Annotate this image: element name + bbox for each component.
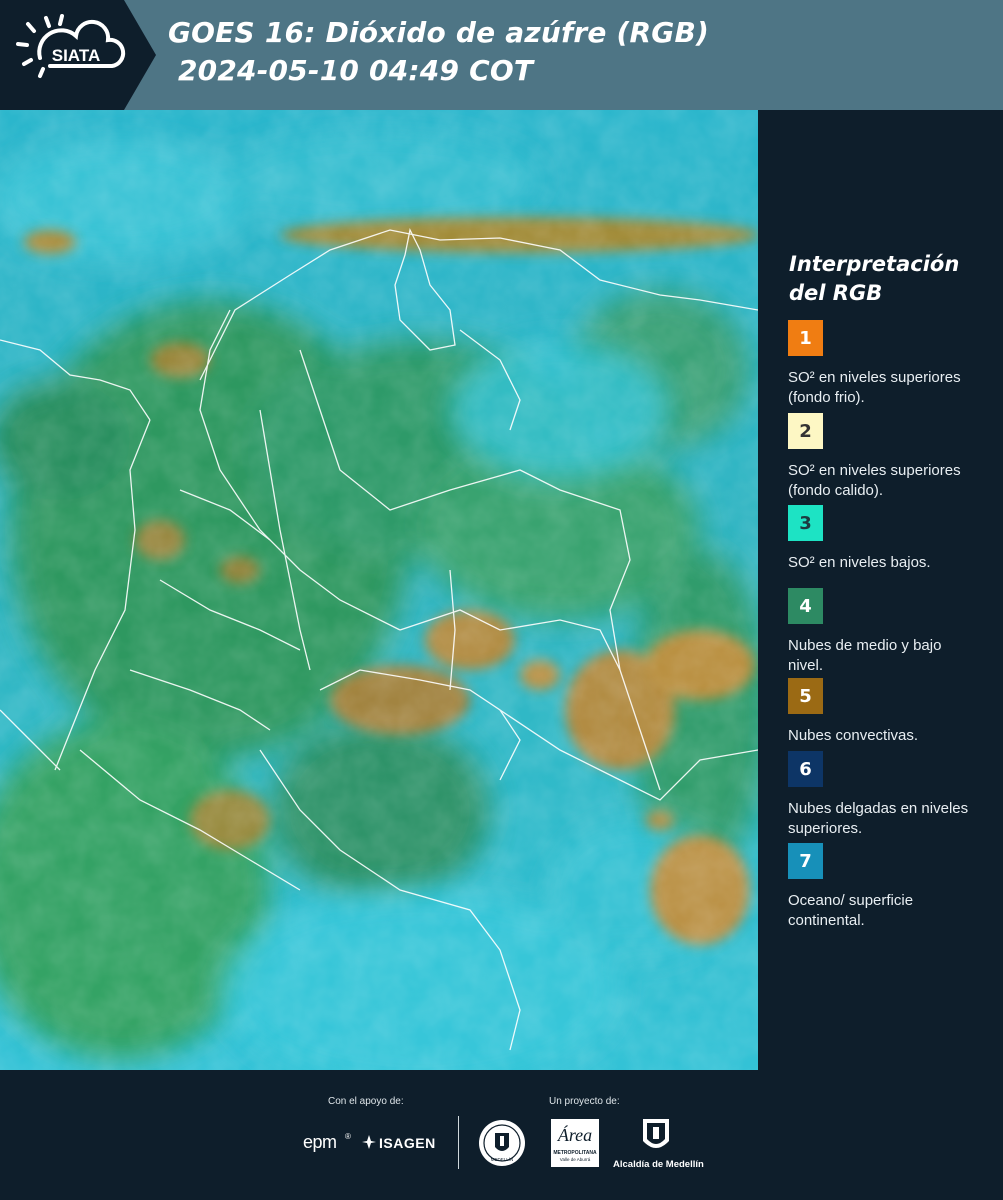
page-title: GOES 16: Dióxido de azúfre (RGB) 2024-05… <box>168 14 709 90</box>
epm-logo: epm <box>303 1132 337 1152</box>
siata-logo-text: SIATA <box>52 46 100 65</box>
area-line-2: Valle de Aburrá <box>559 1157 591 1162</box>
alcaldia-text: Alcaldía de Medellín <box>613 1159 704 1170</box>
legend-label-3: SO² en niveles bajos. <box>788 554 931 571</box>
legend-item-4: 4 Nubes de medio y bajo nivel. <box>788 588 988 676</box>
medellin-seal-icon: MEDELLÍN <box>479 1120 525 1166</box>
title-line-2: 2024-05-10 04:49 COT <box>178 54 534 87</box>
footer: Con el apoyo de: Un proyecto de: epm ® I… <box>0 1070 1003 1200</box>
title-line-1: GOES 16: Dióxido de azúfre (RGB) <box>168 16 710 49</box>
legend-item-2: 2 SO² en niveles superiores (fondo calido… <box>788 413 988 501</box>
isagen-icon <box>362 1135 376 1149</box>
legend-item-3: 3 SO² en niveles bajos. <box>788 505 988 573</box>
satellite-map[interactable] <box>0 110 758 1070</box>
legend-panel: Interpretación del RGB 1 SO² en niveles s… <box>763 110 1003 1070</box>
legend-label-6: Nubes delgadas en niveles superiores. <box>788 800 969 837</box>
legend-label-5: Nubes convectivas. <box>788 727 919 744</box>
legend-title-line-2: del RGB <box>789 281 883 305</box>
siata-logo: SIATA <box>0 0 158 110</box>
header-bar: SIATA GOES 16: Dióxido de azúfre (RGB) 2… <box>0 0 1003 110</box>
legend-item-5: 5 Nubes convectivas. <box>788 678 988 746</box>
legend-label-2: SO² en niveles superiores (fondo calido)… <box>788 462 961 499</box>
legend-label-4: Nubes de medio y bajo nivel. <box>788 637 942 674</box>
registered-icon: ® <box>345 1132 351 1141</box>
legend-label-7: Oceano/ superficie continental. <box>788 892 914 929</box>
footer-divider <box>458 1116 459 1169</box>
legend-swatch-4: 4 <box>788 588 823 624</box>
legend-swatch-6: 6 <box>788 751 823 787</box>
isagen-logo: ISAGEN <box>379 1135 436 1151</box>
area-script-text: Área <box>557 1125 593 1145</box>
legend-label-1: SO² en niveles superiores (fondo frio). <box>788 369 961 406</box>
legend-swatch-2: 2 <box>788 413 823 449</box>
alcaldia-shield-icon <box>643 1119 669 1148</box>
area-metropolitana-logo: Área METROPOLITANA Valle de Aburrá <box>551 1119 599 1167</box>
legend-swatch-5: 5 <box>788 678 823 714</box>
legend-title-line-1: Interpretación <box>789 252 960 276</box>
legend-swatch-3: 3 <box>788 505 823 541</box>
satellite-image <box>0 110 758 1070</box>
legend-swatch-7: 7 <box>788 843 823 879</box>
legend-item-6: 6 Nubes delgadas en niveles superiores. <box>788 751 988 839</box>
area-line-1: METROPOLITANA <box>553 1150 597 1156</box>
support-label: Con el apoyo de: <box>328 1096 404 1107</box>
legend-item-1: 1 SO² en niveles superiores (fondo frio). <box>788 320 988 408</box>
legend-swatch-1: 1 <box>788 320 823 356</box>
legend-title: Interpretación del RGB <box>789 250 989 308</box>
medellin-seal-text: MEDELLÍN <box>491 1156 514 1162</box>
project-label: Un proyecto de: <box>549 1096 620 1107</box>
legend-item-7: 7 Oceano/ superficie continental. <box>788 843 988 931</box>
